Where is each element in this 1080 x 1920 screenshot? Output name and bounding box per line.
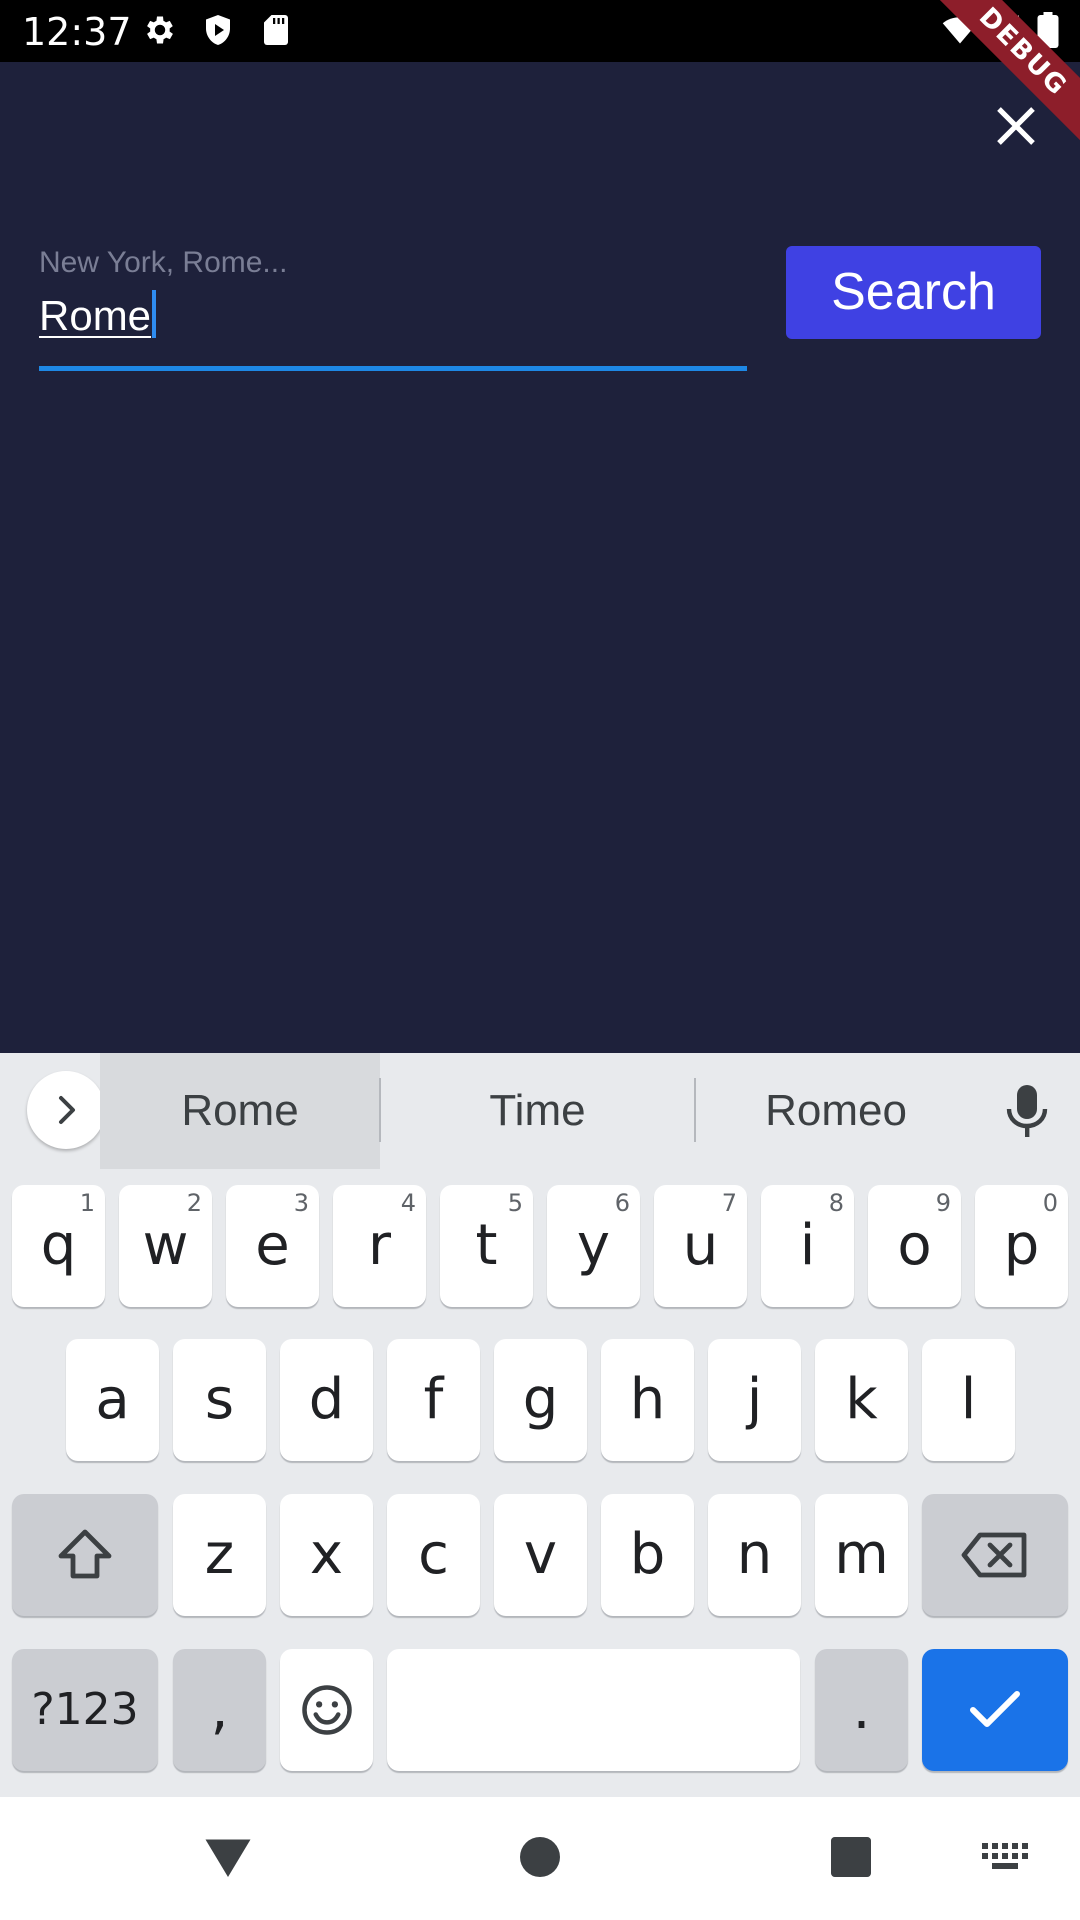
home-circle-icon (520, 1837, 560, 1877)
key-number-hint: 5 (507, 1189, 523, 1217)
key-number-hint: 4 (400, 1189, 416, 1217)
key-k[interactable]: k (815, 1339, 908, 1461)
comma-key[interactable]: , (173, 1649, 266, 1771)
shift-key[interactable] (12, 1494, 158, 1616)
key-p[interactable]: p0 (975, 1185, 1068, 1307)
key-number-hint: 6 (614, 1189, 630, 1217)
suggestion-1[interactable]: Rome (100, 1053, 380, 1169)
key-t[interactable]: t5 (440, 1185, 533, 1307)
key-number-hint: 1 (79, 1189, 95, 1217)
text-caret (152, 290, 157, 338)
city-search-field[interactable]: New York, Rome... Rome (39, 240, 747, 372)
close-icon (997, 107, 1035, 145)
keyboard-switch-button[interactable] (978, 1827, 1034, 1887)
key-number-hint: 7 (721, 1189, 737, 1217)
key-label: y (576, 1213, 611, 1278)
suggestion-3[interactable]: Romeo (696, 1053, 976, 1169)
key-g[interactable]: g (494, 1339, 587, 1461)
key-f[interactable]: f (387, 1339, 480, 1461)
key-label: i (799, 1213, 816, 1278)
key-x[interactable]: x (280, 1494, 373, 1616)
emoji-icon (301, 1685, 352, 1735)
home-button[interactable] (510, 1827, 570, 1887)
close-button[interactable] (990, 100, 1042, 152)
key-c[interactable]: c (387, 1494, 480, 1616)
key-label: t (475, 1213, 498, 1278)
soft-keyboard: Rome Time Romeo q1 w2 e3 r4 t5 y6 u7 i8 … (0, 1053, 1080, 1797)
key-z[interactable]: z (173, 1494, 266, 1616)
backspace-key[interactable] (922, 1494, 1068, 1616)
key-a[interactable]: a (66, 1339, 159, 1461)
key-r[interactable]: r4 (333, 1185, 426, 1307)
key-s[interactable]: s (173, 1339, 266, 1461)
key-label: q (40, 1213, 77, 1278)
checkmark-icon (970, 1691, 1020, 1727)
key-b[interactable]: b (601, 1494, 694, 1616)
keyboard-menu-button[interactable] (27, 1071, 105, 1149)
key-n[interactable]: n (708, 1494, 801, 1616)
field-underline (39, 366, 747, 371)
search-button[interactable]: Search (786, 246, 1041, 339)
microphone-icon[interactable] (1003, 1083, 1051, 1139)
suggestion-2[interactable]: Time (380, 1053, 695, 1169)
shield-icon (200, 12, 236, 48)
back-button[interactable] (198, 1827, 258, 1887)
status-time: 12:37 (22, 10, 132, 54)
search-input[interactable]: Rome (39, 290, 157, 340)
key-number-hint: 8 (828, 1189, 844, 1217)
gear-icon (142, 12, 178, 48)
space-key[interactable] (387, 1649, 800, 1771)
key-y[interactable]: y6 (547, 1185, 640, 1307)
recents-button[interactable] (821, 1827, 881, 1887)
key-u[interactable]: u7 (654, 1185, 747, 1307)
key-label: w (142, 1213, 189, 1278)
key-d[interactable]: d (280, 1339, 373, 1461)
key-label: o (897, 1213, 932, 1278)
key-h[interactable]: h (601, 1339, 694, 1461)
key-label: p (1003, 1213, 1040, 1278)
back-triangle-icon (205, 1839, 251, 1877)
screen: 12:37 DEBUG New York, Rome... Rome Searc… (0, 0, 1080, 1920)
shift-icon (58, 1529, 112, 1579)
key-m[interactable]: m (815, 1494, 908, 1616)
recents-square-icon (831, 1837, 871, 1877)
sd-card-icon (258, 12, 294, 48)
search-input-text: Rome (39, 292, 152, 339)
enter-key[interactable] (922, 1649, 1068, 1771)
key-j[interactable]: j (708, 1339, 801, 1461)
key-number-hint: 2 (186, 1189, 202, 1217)
chevron-right-icon (59, 1096, 75, 1124)
key-number-hint: 9 (935, 1189, 951, 1217)
symbols-key[interactable]: ?123 (12, 1649, 158, 1771)
key-label: r (367, 1213, 392, 1278)
key-label: u (682, 1213, 719, 1278)
suggestion-bar: Rome Time Romeo (0, 1053, 1080, 1169)
key-number-hint: 3 (293, 1189, 309, 1217)
key-number-hint: 0 (1042, 1189, 1058, 1217)
key-label: e (255, 1213, 290, 1278)
key-q[interactable]: q1 (12, 1185, 105, 1307)
key-o[interactable]: o9 (868, 1185, 961, 1307)
key-w[interactable]: w2 (119, 1185, 212, 1307)
backspace-icon (961, 1532, 1027, 1578)
navigation-bar (0, 1797, 1080, 1920)
search-placeholder: New York, Rome... (39, 246, 288, 279)
key-e[interactable]: e3 (226, 1185, 319, 1307)
key-l[interactable]: l (922, 1339, 1015, 1461)
keyboard-icon (982, 1843, 1028, 1869)
key-i[interactable]: i8 (761, 1185, 854, 1307)
key-v[interactable]: v (494, 1494, 587, 1616)
emoji-key[interactable] (280, 1649, 373, 1771)
status-bar: 12:37 (0, 0, 1080, 62)
period-key[interactable]: . (815, 1649, 908, 1771)
